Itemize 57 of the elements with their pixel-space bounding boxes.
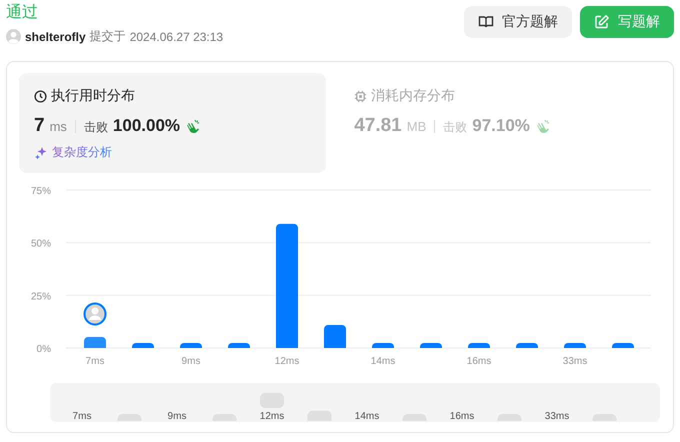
beat-label: 击败: [84, 119, 108, 136]
chart-bar[interactable]: [132, 342, 154, 348]
chip-icon: [354, 90, 368, 102]
x-axis-label: 12ms: [274, 356, 300, 367]
navigator-label: 14ms: [354, 411, 380, 421]
stat-value: 47.81: [354, 115, 402, 137]
beat-percent: 100.00%: [112, 116, 180, 136]
x-axis-label: 9ms: [182, 356, 200, 367]
edit-icon: [594, 14, 610, 30]
navigator-bar: [118, 414, 142, 421]
x-axis-label: 14ms: [370, 356, 396, 367]
chart-bar[interactable]: [468, 342, 490, 348]
status-text: 通过: [6, 3, 39, 23]
x-axis-label: 16ms: [466, 356, 492, 367]
y-axis-label: 0%: [36, 344, 51, 355]
stat-title: 消耗内存分布: [371, 87, 456, 105]
chart-bar[interactable]: [516, 342, 538, 348]
stat-unit: ms: [50, 119, 67, 134]
navigator-bar: [498, 414, 522, 421]
stat-unit: MB: [406, 119, 426, 134]
navigator-label: 33ms: [544, 411, 570, 421]
username[interactable]: shelterofly: [25, 30, 86, 44]
navigator-bar: [212, 414, 236, 421]
submit-label: 提交于: [90, 28, 126, 45]
navigator-label: 9ms: [168, 411, 186, 421]
navigator-bar: [592, 414, 616, 421]
x-axis-label: 7ms: [86, 356, 104, 367]
y-axis-label: 25%: [30, 291, 51, 302]
navigator-bar: [308, 410, 332, 421]
clock-icon: [34, 90, 47, 102]
runtime-tab[interactable]: 执行用时分布 7 ms 击败 100.00% 复杂度分析: [19, 73, 326, 173]
x-axis-label: 33ms: [562, 356, 588, 367]
chart-bar[interactable]: [180, 342, 202, 348]
sparkle-icon: [34, 146, 48, 160]
y-axis-label: 50%: [30, 238, 51, 250]
avatar-icon: [6, 29, 21, 44]
beat-label: 击败: [443, 119, 468, 136]
chart-bar[interactable]: [84, 337, 106, 348]
navigator-bar: [402, 414, 426, 421]
chart-bar[interactable]: [372, 342, 394, 348]
book-icon: [478, 14, 494, 30]
hands-icon: [534, 118, 551, 134]
navigator-label: 16ms: [450, 411, 474, 421]
chart-bar[interactable]: [612, 342, 634, 348]
chart-bar[interactable]: [420, 342, 442, 348]
y-axis-label: 75%: [30, 186, 51, 197]
chart-bar[interactable]: [228, 342, 250, 348]
chart-bar[interactable]: [564, 342, 586, 348]
stat-title: 执行用时分布: [51, 87, 135, 105]
beat-percent: 97.10%: [472, 116, 530, 136]
submit-time: 2024.06.27 23:13: [130, 30, 224, 44]
navigator-label: 7ms: [72, 411, 92, 421]
stat-value: 7: [34, 115, 45, 137]
navigator-label: 12ms: [260, 411, 284, 421]
solution-button[interactable]: 官方题解: [464, 6, 572, 38]
range-navigator[interactable]: 7ms 9ms 12ms 14ms 16ms 33ms: [50, 383, 660, 422]
hands-icon: [185, 118, 202, 134]
